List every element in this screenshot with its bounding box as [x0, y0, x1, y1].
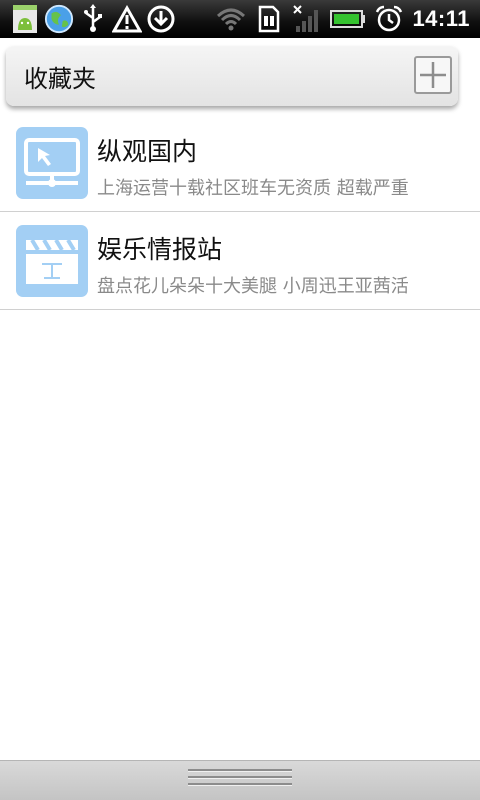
download-icon: [146, 4, 176, 34]
sim-card-icon: [254, 4, 284, 34]
usb-icon: [78, 4, 108, 34]
app-notification-icon: [10, 4, 40, 34]
item-subtitle: 上海运营十载社区班车无资质 超载严重: [97, 178, 409, 199]
browser-globe-icon: [44, 4, 74, 34]
list-item[interactable]: 纵观国内 上海运营十载社区班车无资质 超载严重: [0, 114, 480, 212]
item-subtitle: 盘点花儿朵朵十大美腿 小周迅王亚茜活: [97, 276, 409, 297]
plus-icon: [420, 62, 446, 88]
add-bookmark-button[interactable]: [414, 56, 452, 94]
monitor-icon: [16, 127, 88, 199]
alarm-clock-icon: [374, 4, 404, 34]
item-title: 纵观国内: [97, 137, 198, 166]
favorites-list: 纵观国内 上海运营十载社区班车无资质 超载严重 娱乐情报站 盘点花儿朵朵十大美腿…: [0, 114, 480, 310]
favorites-header: 收藏夹: [6, 46, 458, 106]
page-title: 收藏夹: [24, 64, 96, 93]
clapperboard-icon: [16, 225, 88, 297]
bottom-bar: [0, 760, 480, 800]
list-item[interactable]: 娱乐情报站 盘点花儿朵朵十大美腿 小周迅王亚茜活: [0, 212, 480, 310]
warning-icon: [112, 4, 142, 34]
no-signal-icon: [292, 4, 322, 34]
clock-time: 14:11: [412, 6, 470, 31]
wifi-icon: [216, 4, 246, 34]
battery-icon: [330, 4, 366, 34]
drawer-handle[interactable]: [188, 769, 292, 791]
item-title: 娱乐情报站: [97, 235, 223, 264]
status-bar: 14:11: [0, 0, 480, 38]
